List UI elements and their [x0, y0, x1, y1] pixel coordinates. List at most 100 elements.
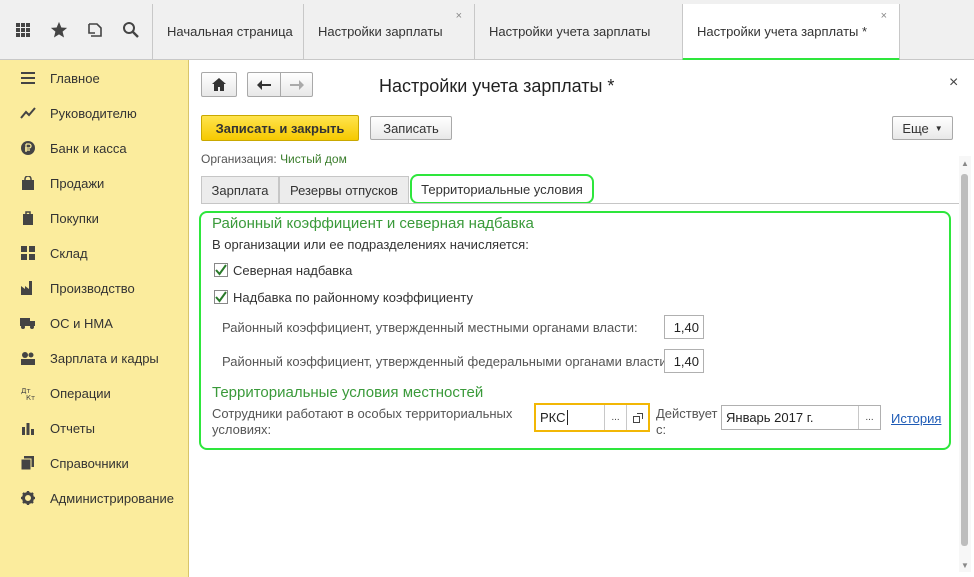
sidebar-item-operations[interactable]: Дт Кт Операции	[0, 378, 189, 408]
bar-chart-icon	[20, 420, 36, 436]
tab-salary-accounting-settings-active[interactable]: Настройки учета зарплаты * ×	[682, 4, 900, 61]
regional-bonus-label[interactable]: Надбавка по районному коэффициенту	[233, 290, 473, 305]
forward-button[interactable]	[280, 72, 313, 97]
sidebar-item-label: Склад	[50, 245, 88, 261]
star-icon[interactable]	[44, 14, 74, 46]
form-area: Настройки учета зарплаты * × Записать и …	[189, 60, 974, 577]
sidebar-item-label: Главное	[50, 70, 100, 86]
scrollbar-thumb[interactable]	[961, 174, 968, 546]
sidebar-item-label: ОС и НМА	[50, 315, 113, 331]
close-icon[interactable]: ×	[949, 74, 958, 92]
territorial-condition-input[interactable]: РКС ...	[534, 403, 650, 432]
federal-coef-label: Районный коэффициент, утвержденный федер…	[222, 354, 671, 369]
more-button[interactable]: Еще ▼	[892, 116, 953, 140]
organization-value[interactable]: Чистый дом	[280, 152, 347, 166]
sidebar-item-production[interactable]: Производство	[0, 273, 189, 303]
tab-territorial-conditions[interactable]: Территориальные условия	[410, 174, 594, 204]
warehouse-icon	[20, 245, 36, 261]
text-cursor	[566, 410, 568, 425]
territorial-section-title: Территориальные условия местностей	[212, 384, 484, 401]
tab-salary[interactable]: Зарплата	[201, 176, 279, 203]
regional-bonus-checkbox[interactable]	[214, 290, 228, 304]
sidebar-item-label: Операции	[50, 385, 111, 401]
ruble-icon	[20, 140, 36, 156]
sidebar-item-label: Продажи	[50, 175, 105, 191]
sidebar-item-directories[interactable]: Справочники	[0, 448, 189, 478]
sidebar-item-reports[interactable]: Отчеты	[0, 413, 189, 443]
gear-icon	[20, 490, 36, 506]
tab-vacation-reserves[interactable]: Резервы отпусков	[279, 176, 409, 203]
history-link[interactable]: История	[891, 411, 941, 426]
checkmark-icon	[215, 291, 227, 303]
northern-bonus-label[interactable]: Северная надбавка	[233, 263, 352, 278]
valid-from-input[interactable]: Январь 2017 г. ...	[721, 405, 881, 430]
sidebar-item-label: Производство	[50, 280, 135, 296]
northern-bonus-checkbox[interactable]	[214, 263, 228, 277]
employees-label-line2: условиях:	[212, 422, 272, 437]
scroll-down-icon[interactable]: ▼	[960, 560, 970, 570]
arrow-right-icon	[289, 79, 304, 90]
sidebar: Главное Руководителю Банк и касса Продаж…	[0, 60, 189, 577]
svg-text:Кт: Кт	[26, 394, 35, 400]
select-button[interactable]: ...	[858, 406, 880, 429]
tab-salary-settings[interactable]: Настройки зарплаты ×	[303, 4, 474, 59]
sidebar-item-label: Руководителю	[50, 105, 137, 121]
district-section-title: Районный коэффициент и северная надбавка	[212, 215, 534, 232]
tab-home[interactable]: Начальная страница	[152, 4, 303, 59]
trend-icon	[20, 105, 36, 121]
sidebar-item-manager[interactable]: Руководителю	[0, 98, 189, 128]
home-icon	[212, 78, 226, 91]
open-icon[interactable]	[626, 405, 648, 430]
arrow-left-icon	[257, 79, 271, 90]
apps-grid-icon[interactable]	[8, 14, 38, 46]
federal-coef-input[interactable]: 1,40	[664, 349, 704, 373]
operations-icon: Дт Кт	[20, 385, 36, 401]
scrollbar[interactable]: ▲ ▼	[959, 156, 971, 572]
tabs-divider	[201, 203, 963, 204]
more-label: Еще	[902, 120, 929, 136]
tab-salary-accounting-settings[interactable]: Настройки учета зарплаты	[474, 4, 682, 59]
sidebar-item-label: Покупки	[50, 210, 99, 226]
tab-label: Настройки зарплаты	[318, 24, 443, 39]
sidebar-item-administration[interactable]: Администрирование	[0, 483, 189, 513]
search-icon[interactable]	[116, 14, 146, 46]
home-button[interactable]	[201, 72, 237, 97]
sidebar-item-purchases[interactable]: Покупки	[0, 203, 189, 233]
valid-from-label-line2: с:	[656, 422, 667, 437]
save-and-close-button[interactable]: Записать и закрыть	[201, 115, 359, 141]
sidebar-item-label: Зарплата и кадры	[50, 350, 159, 366]
organization-label: Организация:	[201, 152, 277, 166]
tab-label: Настройки учета зарплаты *	[697, 23, 868, 39]
sidebar-item-label: Банк и касса	[50, 140, 127, 156]
truck-icon	[20, 315, 36, 331]
local-coef-input[interactable]: 1,40	[664, 315, 704, 339]
sidebar-item-label: Администрирование	[50, 490, 174, 506]
chevron-down-icon: ▼	[934, 123, 943, 133]
employees-label-line1: Сотрудники работают в особых территориал…	[212, 406, 513, 421]
select-button[interactable]: ...	[604, 405, 626, 430]
organization-line: Организация: Чистый дом	[201, 152, 347, 166]
back-button[interactable]	[247, 72, 280, 97]
sidebar-item-main[interactable]: Главное	[0, 63, 189, 93]
valid-from-value: Январь 2017 г.	[726, 410, 814, 425]
valid-from-label-line1: Действует	[656, 406, 718, 421]
checkmark-icon	[215, 264, 227, 276]
sidebar-item-label: Отчеты	[50, 420, 95, 436]
factory-icon	[20, 280, 36, 296]
history-icon[interactable]	[80, 14, 110, 46]
tab-label: Начальная страница	[167, 24, 293, 39]
book-icon	[20, 455, 36, 471]
sidebar-item-warehouse[interactable]: Склад	[0, 238, 189, 268]
sidebar-item-assets[interactable]: ОС и НМА	[0, 308, 189, 338]
sidebar-item-payroll[interactable]: Зарплата и кадры	[0, 343, 189, 373]
save-button[interactable]: Записать	[370, 116, 452, 140]
close-icon[interactable]: ×	[456, 10, 462, 22]
sidebar-item-bank[interactable]: Банк и касса	[0, 133, 189, 163]
form-title: Настройки учета зарплаты *	[379, 76, 615, 96]
top-bar: Начальная страница Настройки зарплаты × …	[0, 0, 974, 61]
sidebar-item-sales[interactable]: Продажи	[0, 168, 189, 198]
bag-icon	[20, 175, 36, 191]
district-subtitle: В организации или ее подразделениях начи…	[212, 237, 529, 252]
close-icon[interactable]: ×	[881, 10, 887, 22]
scroll-up-icon[interactable]: ▲	[960, 158, 970, 168]
